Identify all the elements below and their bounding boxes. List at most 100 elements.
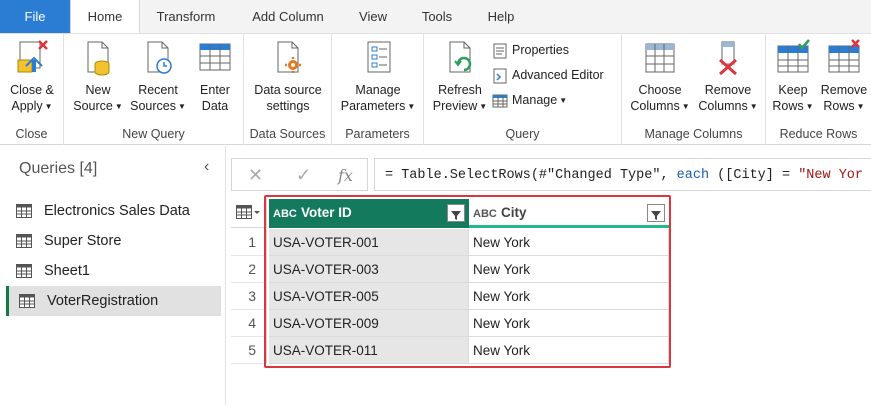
table-cell[interactable]: USA-VOTER-011 xyxy=(269,337,469,364)
remove-rows-label-2: Rows ▼ xyxy=(818,98,870,115)
keep-rows-button[interactable]: Keep Rows ▼ xyxy=(770,38,816,115)
advanced-editor-button[interactable]: Advanced Editor xyxy=(492,64,604,86)
query-item-voterregistration[interactable]: VoterRegistration xyxy=(6,286,221,316)
collapse-pane-icon[interactable]: ‹ xyxy=(204,158,209,176)
group-label-close: Close xyxy=(15,127,48,141)
group-label-parameters: Parameters xyxy=(345,127,410,141)
remove-columns-button[interactable]: Remove Columns ▼ xyxy=(694,38,762,115)
group-label-query: Query xyxy=(505,127,540,141)
data-grid: ABC Voter ID ABC City 1 USA-VOTER-001 Ne… xyxy=(231,198,871,405)
remove-columns-label-1: Remove xyxy=(704,83,752,97)
manage-table-icon xyxy=(492,94,508,108)
remove-rows-button[interactable]: Remove Rows ▼ xyxy=(818,38,870,115)
recent-sources-label-1: Recent xyxy=(138,83,178,97)
formula-input[interactable]: = Table.SelectRows(#"Changed Type", each… xyxy=(374,158,871,191)
data-source-settings-label-2: settings xyxy=(266,99,310,113)
table-cell[interactable]: New York xyxy=(469,229,669,256)
chevron-down-icon: ▼ xyxy=(749,101,758,111)
query-item-electronics-sales-data[interactable]: Electronics Sales Data xyxy=(6,196,221,226)
formula-text-2: ([City] = xyxy=(709,168,799,183)
refresh-preview-label-1: Refresh xyxy=(438,83,482,97)
manage-parameters-label-1: Manage xyxy=(355,83,401,97)
group-query: Refresh Preview ▼ Properties Advanced Edi… xyxy=(424,34,622,145)
column-header-label: Voter ID xyxy=(301,205,352,220)
close-apply-label-1: Close & xyxy=(10,83,54,97)
query-item-sheet1[interactable]: Sheet1 xyxy=(6,256,221,286)
table-cell[interactable]: New York xyxy=(469,337,669,364)
query-item-label: Super Store xyxy=(44,233,122,249)
filter-icon[interactable] xyxy=(647,204,665,222)
cancel-icon[interactable]: ✕ xyxy=(248,165,263,186)
row-number[interactable]: 4 xyxy=(231,310,267,337)
ribbon: Close & Apply ▼ Close New Source ▼ Recen… xyxy=(0,33,871,145)
remove-columns-label-2: Columns ▼ xyxy=(694,98,762,115)
table-icon xyxy=(19,294,35,308)
filter-icon[interactable] xyxy=(447,204,465,222)
manage-button[interactable]: Manage ▼ xyxy=(492,89,567,111)
query-item-label: Electronics Sales Data xyxy=(44,203,190,219)
new-source-button[interactable]: New Source ▼ xyxy=(70,38,126,115)
table-cell[interactable]: New York xyxy=(469,256,669,283)
choose-columns-icon xyxy=(645,43,675,73)
formula-keyword: each xyxy=(676,168,710,183)
enter-data-button[interactable]: Enter Data xyxy=(190,38,240,114)
power-query-editor: File Home Transform Add Column View Tool… xyxy=(0,0,871,405)
chevron-down-icon: ▼ xyxy=(805,101,814,111)
advanced-editor-icon xyxy=(493,68,507,84)
table-cell[interactable]: USA-VOTER-005 xyxy=(269,283,469,310)
tab-transform[interactable]: Transform xyxy=(145,0,227,33)
remove-rows-label-2-text: Rows xyxy=(823,99,855,113)
row-number[interactable]: 3 xyxy=(231,283,267,310)
refresh-preview-button[interactable]: Refresh Preview ▼ xyxy=(430,38,490,115)
choose-columns-button[interactable]: Choose Columns ▼ xyxy=(628,38,692,115)
formula-bar: ✕ ✓ fx = Table.SelectRows(#"Changed Type… xyxy=(231,158,871,191)
tab-add-column[interactable]: Add Column xyxy=(240,0,336,33)
fx-icon[interactable]: fx xyxy=(338,166,353,185)
tab-home[interactable]: Home xyxy=(70,0,140,33)
row-number[interactable]: 1 xyxy=(231,229,267,256)
column-header-city[interactable]: ABC City xyxy=(469,199,669,228)
remove-columns-icon xyxy=(719,41,737,76)
refresh-icon xyxy=(449,41,472,73)
table-cell[interactable]: New York xyxy=(469,310,669,337)
commit-icon[interactable]: ✓ xyxy=(296,165,311,186)
queries-title: Queries [4] xyxy=(19,160,98,177)
remove-rows-label-1: Remove xyxy=(820,83,868,97)
tab-file[interactable]: File xyxy=(0,0,70,33)
tab-view[interactable]: View xyxy=(350,0,396,33)
table-icon xyxy=(16,204,32,218)
data-source-settings-button[interactable]: Data source settings xyxy=(248,38,328,114)
chevron-down-icon: ▼ xyxy=(479,101,488,111)
properties-label: Properties xyxy=(512,43,569,57)
properties-icon xyxy=(493,43,507,59)
column-header-voter-id[interactable]: ABC Voter ID xyxy=(269,199,469,228)
table-cell[interactable]: USA-VOTER-003 xyxy=(269,256,469,283)
choose-columns-label-1: Choose xyxy=(638,83,682,97)
grid-corner-menu[interactable] xyxy=(231,198,267,228)
recent-sources-icon xyxy=(147,41,172,74)
tab-help[interactable]: Help xyxy=(478,0,524,33)
tab-tools[interactable]: Tools xyxy=(412,0,462,33)
recent-sources-button[interactable]: Recent Sources ▼ xyxy=(128,38,188,115)
group-close: Close & Apply ▼ Close xyxy=(0,34,64,145)
close-apply-button[interactable]: Close & Apply ▼ xyxy=(4,38,60,115)
refresh-preview-label-2-text: Preview xyxy=(432,99,478,113)
table-cell[interactable]: USA-VOTER-009 xyxy=(269,310,469,337)
query-item-label: Sheet1 xyxy=(44,263,90,279)
table-icon xyxy=(16,234,32,248)
row-number[interactable]: 5 xyxy=(231,337,267,364)
keep-rows-label-2: Rows ▼ xyxy=(770,98,816,115)
group-label-data-sources: Data Sources xyxy=(249,127,326,141)
column-quality-bar xyxy=(469,225,669,228)
table-cell[interactable]: USA-VOTER-001 xyxy=(269,229,469,256)
query-item-super-store[interactable]: Super Store xyxy=(6,226,221,256)
table-cell[interactable]: New York xyxy=(469,283,669,310)
properties-button[interactable]: Properties xyxy=(492,39,569,61)
recent-sources-label-2: Sources ▼ xyxy=(128,98,188,115)
formula-string: "New Yor xyxy=(798,168,863,183)
manage-parameters-button[interactable]: Manage Parameters ▼ xyxy=(336,38,420,115)
group-data-sources: Data source settings Data Sources xyxy=(244,34,332,145)
close-apply-label-2-text: Apply xyxy=(11,99,43,113)
ribbon-tab-bar: File Home Transform Add Column View Tool… xyxy=(0,0,871,33)
row-number[interactable]: 2 xyxy=(231,256,267,283)
